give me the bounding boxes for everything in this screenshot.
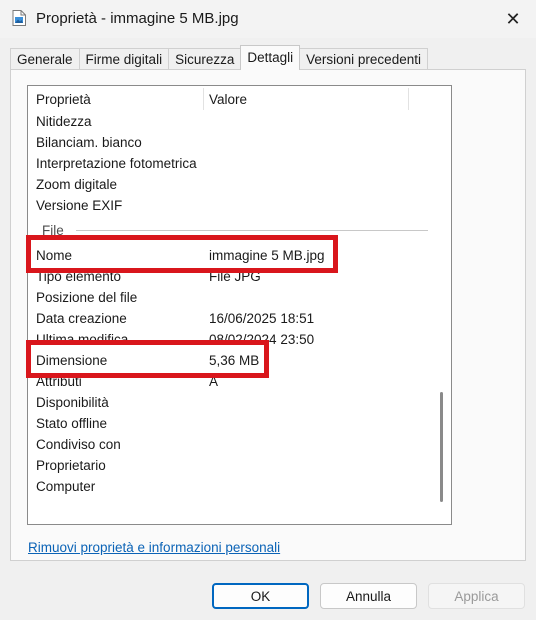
list-item[interactable]: Zoom digitale [28,174,408,195]
property-value: A [209,374,219,389]
property-name: Dimensione [36,353,108,368]
list-item[interactable]: Condiviso con [28,434,408,455]
list-item[interactable]: Versione EXIF [28,195,408,216]
list-item[interactable]: Data creazione 16/06/2025 18:51 [28,308,408,329]
property-name: Attributi [36,374,82,389]
list-item[interactable]: Computer [28,476,408,497]
property-name: Ultima modifica [36,332,129,347]
close-icon: ✕ [505,8,521,29]
property-name: Tipo elemento [36,269,122,284]
property-name: Stato offline [36,416,108,431]
tab-strip: Generale Firme digitali Sicurezza Dettag… [10,45,428,70]
property-name: Nitidezza [36,114,92,129]
scrollbar-thumb[interactable] [440,392,443,502]
list-item[interactable]: Stato offline [28,413,408,434]
list-item[interactable]: Nitidezza [28,111,408,132]
tab-generale[interactable]: Generale [10,48,80,70]
group-divider [76,230,428,231]
property-name: Condiviso con [36,437,121,452]
property-value: File JPG [209,269,261,284]
tab-versioni-precedenti[interactable]: Versioni precedenti [299,48,428,70]
details-panel: Proprietà Valore Nitidezza Bilanciam. bi… [10,69,526,561]
group-label: File [42,223,64,238]
column-header-value[interactable]: Valore [209,92,247,107]
property-name: Zoom digitale [36,177,118,192]
list-item[interactable]: Posizione del file [28,287,408,308]
column-header-property[interactable]: Proprietà [36,92,91,107]
window-title: Proprietà - immagine 5 MB.jpg [36,10,239,27]
list-item[interactable]: Proprietario [28,455,408,476]
list-item[interactable]: Interpretazione fotometrica [28,153,408,174]
property-name: Nome [36,248,73,263]
tab-firme-digitali[interactable]: Firme digitali [78,48,170,70]
list-item[interactable]: Dimensione 5,36 MB [28,350,408,371]
ok-button[interactable]: OK [212,583,309,609]
property-value: immagine 5 MB.jpg [209,248,325,263]
property-value: 08/02/2024 23:50 [209,332,315,347]
properties-list[interactable]: Proprietà Valore Nitidezza Bilanciam. bi… [27,85,452,525]
column-divider[interactable] [203,88,204,110]
group-header-file[interactable]: File [28,221,428,241]
close-button[interactable]: ✕ [490,0,536,38]
property-name: Bilanciam. bianco [36,135,142,150]
vertical-scrollbar[interactable] [434,86,450,522]
apply-button[interactable]: Applica [428,583,525,609]
list-item[interactable]: Attributi A [28,371,408,392]
list-item[interactable]: Tipo elemento File JPG [28,266,408,287]
image-file-icon [12,10,26,26]
property-name: Versione EXIF [36,198,123,213]
property-name: Computer [36,479,96,494]
tab-sicurezza[interactable]: Sicurezza [168,48,242,70]
property-value: 16/06/2025 18:51 [209,311,315,326]
column-divider[interactable] [408,88,409,110]
remove-properties-link[interactable]: Rimuovi proprietà e informazioni persona… [28,540,280,555]
property-name: Interpretazione fotometrica [36,156,197,171]
title-bar: Proprietà - immagine 5 MB.jpg ✕ [0,0,536,38]
list-item[interactable]: Disponibilità [28,392,408,413]
tab-dettagli[interactable]: Dettagli [240,45,301,70]
property-name: Disponibilità [36,395,109,410]
property-name: Posizione del file [36,290,138,305]
property-name: Data creazione [36,311,127,326]
cancel-button[interactable]: Annulla [320,583,417,609]
property-value: 5,36 MB [209,353,260,368]
list-header: Proprietà Valore [28,86,409,112]
list-item[interactable]: Bilanciam. bianco [28,132,408,153]
list-item[interactable]: Ultima modifica 08/02/2024 23:50 [28,329,408,350]
property-name: Proprietario [36,458,106,473]
list-item[interactable]: Nome immagine 5 MB.jpg [28,245,408,266]
